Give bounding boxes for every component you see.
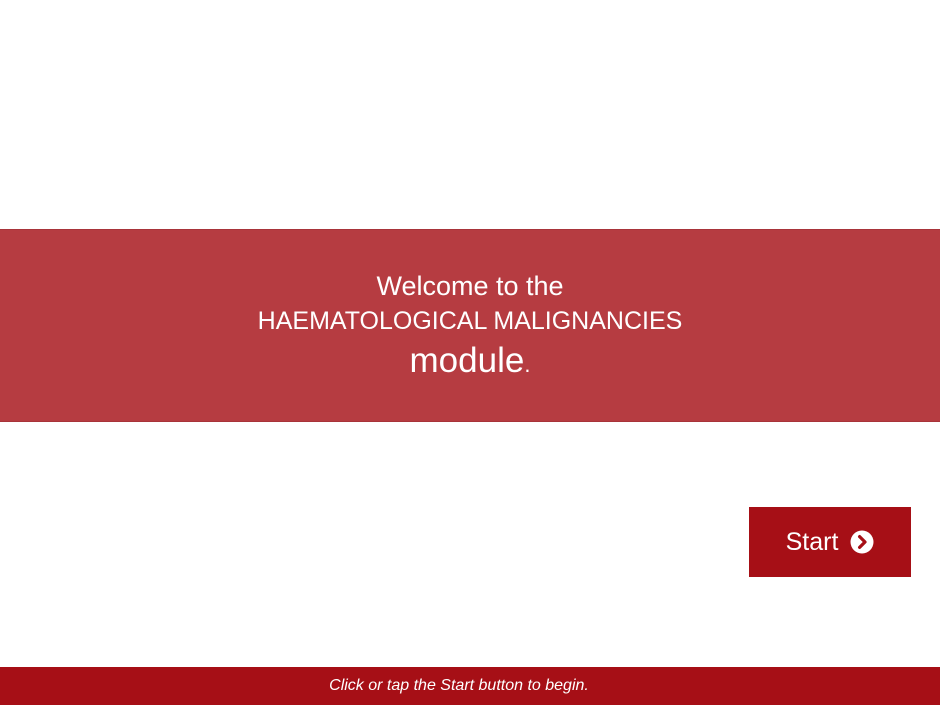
- module-word: module: [409, 341, 525, 380]
- start-button[interactable]: Start: [749, 507, 911, 577]
- welcome-banner: Welcome to the HAEMATOLOGICAL MALIGNANCI…: [0, 229, 940, 422]
- welcome-text: Welcome to the: [376, 271, 564, 301]
- chevron-right-circle-icon: [850, 530, 874, 554]
- module-title: HAEMATOLOGICAL MALIGNANCIES: [257, 307, 683, 335]
- footer-bar: Click or tap the Start button to begin.: [0, 667, 940, 705]
- module-period: .: [524, 352, 531, 377]
- module-word-line: module.: [0, 340, 940, 386]
- start-button-label: Start: [785, 528, 839, 556]
- footer-instruction: Click or tap the Start button to begin.: [329, 677, 589, 694]
